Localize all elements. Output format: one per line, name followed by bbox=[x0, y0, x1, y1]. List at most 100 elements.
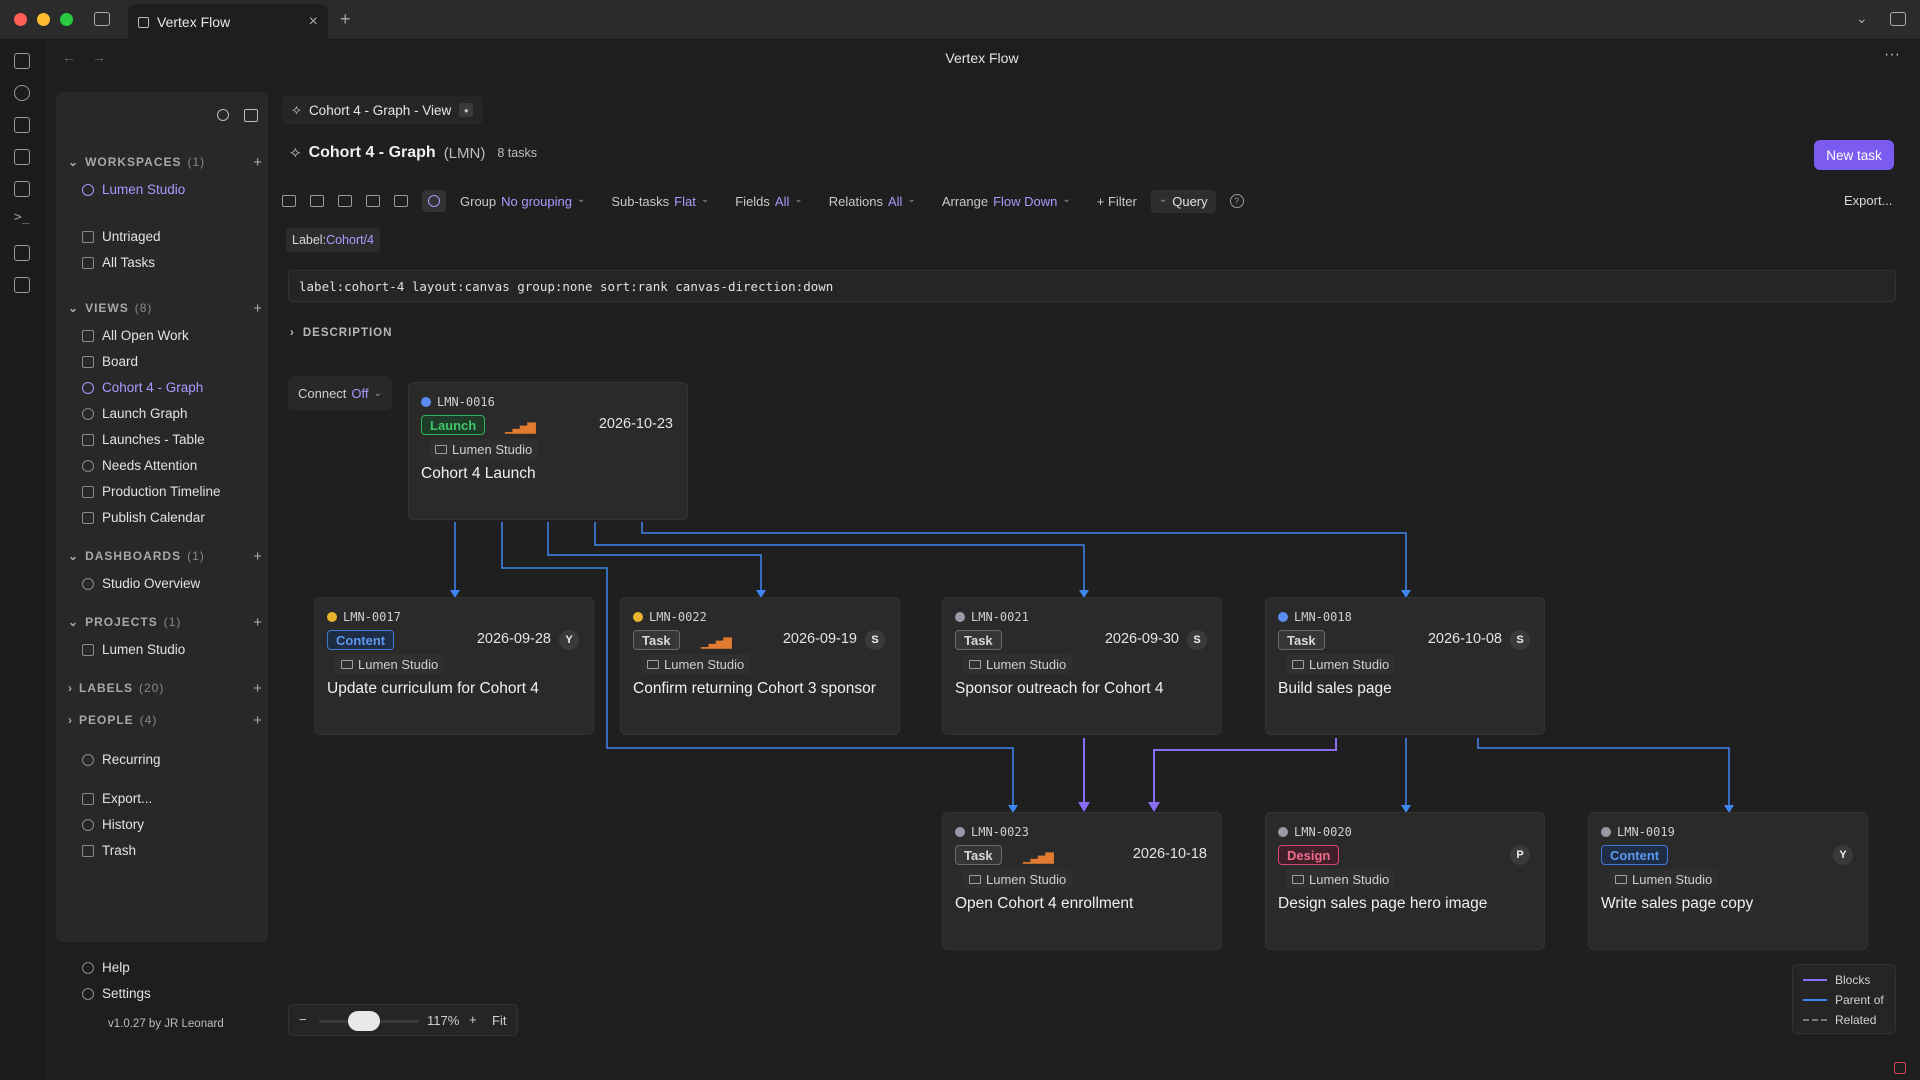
chevron-down-icon: ⌄ bbox=[373, 387, 382, 399]
task-title: Sponsor outreach for Cohort 4 bbox=[955, 680, 1164, 697]
fit-button[interactable]: Fit bbox=[492, 1013, 506, 1028]
task-id: LMN-0018 bbox=[1294, 610, 1352, 624]
project-name: Lumen Studio bbox=[664, 656, 745, 672]
project-chip[interactable]: Lumen Studio bbox=[1286, 869, 1396, 889]
legend-related: Related bbox=[1803, 1013, 1876, 1027]
task-type-tag[interactable]: Design bbox=[1278, 845, 1340, 865]
task-type-tag[interactable]: Task bbox=[955, 845, 1002, 865]
priority-bars-icon: ▁▃▅▇ bbox=[1023, 852, 1054, 864]
zoom-out-button[interactable]: − bbox=[299, 1012, 307, 1027]
error-indicator-icon[interactable] bbox=[1894, 1062, 1906, 1074]
project-chip[interactable]: Lumen Studio bbox=[963, 654, 1073, 674]
legend-line bbox=[1803, 979, 1827, 981]
priority-bars-icon: ▁▃▅▇ bbox=[701, 637, 732, 649]
due-date: 2026-10-08 bbox=[1427, 631, 1502, 647]
status-dot-icon bbox=[421, 397, 431, 407]
edge-blocks-0018-0023 bbox=[1153, 738, 1337, 808]
task-title: Build sales page bbox=[1278, 680, 1392, 697]
status-dot-icon bbox=[955, 612, 965, 622]
project-chip[interactable]: Lumen Studio bbox=[1609, 869, 1719, 889]
task-type-tag[interactable]: Task bbox=[955, 630, 1002, 650]
project-name: Lumen Studio bbox=[986, 871, 1067, 887]
task-card[interactable]: LMN-0018 Task 2026-10-08 S Lumen Studio Build… bbox=[1265, 597, 1545, 735]
task-id: LMN-0019 bbox=[1617, 825, 1675, 839]
task-type-tag[interactable]: Launch bbox=[421, 415, 486, 435]
edge-parent-0016-0018 bbox=[641, 522, 1407, 596]
project-chip[interactable]: Lumen Studio bbox=[1286, 654, 1396, 674]
zoom-slider-thumb[interactable] bbox=[348, 1011, 380, 1031]
task-id-row: LMN-0020 bbox=[1278, 825, 1352, 839]
assignee-avatar[interactable]: Y bbox=[559, 630, 579, 650]
task-id-row: LMN-0023 bbox=[955, 825, 1029, 839]
task-id-row: LMN-0016 bbox=[421, 395, 495, 409]
task-type-tag[interactable]: Content bbox=[327, 630, 395, 650]
status-dot-icon bbox=[955, 827, 965, 837]
status-dot-icon bbox=[327, 612, 337, 622]
task-id-row: LMN-0021 bbox=[955, 610, 1029, 624]
assignee-avatar[interactable]: Y bbox=[1833, 845, 1853, 865]
assignee-avatar[interactable]: S bbox=[1510, 630, 1530, 650]
task-card[interactable]: LMN-0016 Launch ▁▃▅▇ 2026-10-23 Lumen Studio… bbox=[408, 382, 688, 520]
task-id-row: LMN-0022 bbox=[633, 610, 707, 624]
task-id-row: LMN-0019 bbox=[1601, 825, 1675, 839]
assignee-avatar[interactable]: S bbox=[1187, 630, 1207, 650]
project-name: Lumen Studio bbox=[1632, 871, 1713, 887]
task-title: Cohort 4 Launch bbox=[421, 465, 536, 482]
task-id: LMN-0022 bbox=[649, 610, 707, 624]
project-name: Lumen Studio bbox=[986, 656, 1067, 672]
task-id: LMN-0021 bbox=[971, 610, 1029, 624]
due-date: 2026-10-18 bbox=[1132, 846, 1207, 862]
project-name: Lumen Studio bbox=[452, 441, 533, 457]
folder-icon bbox=[435, 444, 447, 454]
project-name: Lumen Studio bbox=[358, 656, 439, 672]
arrow-blocks-0023a bbox=[1078, 802, 1090, 812]
project-chip[interactable]: Lumen Studio bbox=[641, 654, 751, 674]
project-name: Lumen Studio bbox=[1309, 656, 1390, 672]
task-card[interactable]: LMN-0023 Task ▁▃▅▇ 2026-10-18 Lumen Studio Op… bbox=[942, 812, 1222, 950]
task-type-tag[interactable]: Task bbox=[1278, 630, 1325, 650]
assignee-avatar[interactable]: S bbox=[865, 630, 885, 650]
connect-label: Connect bbox=[298, 385, 347, 401]
task-title: Confirm returning Cohort 3 sponsor bbox=[633, 680, 876, 697]
zoom-in-button[interactable]: + bbox=[469, 1012, 477, 1027]
legend-line bbox=[1803, 1019, 1827, 1021]
connect-dropdown[interactable]: Connect Off ⌄ bbox=[288, 376, 392, 410]
folder-icon bbox=[1292, 874, 1304, 884]
project-chip[interactable]: Lumen Studio bbox=[335, 654, 445, 674]
status-dot-icon bbox=[1601, 827, 1611, 837]
task-card[interactable]: LMN-0022 Task ▁▃▅▇ 2026-09-19 S Lumen Studio C… bbox=[620, 597, 900, 735]
task-title: Write sales page copy bbox=[1601, 895, 1754, 912]
task-id: LMN-0020 bbox=[1294, 825, 1352, 839]
task-title: Update curriculum for Cohort 4 bbox=[327, 680, 539, 697]
priority-bars-icon: ▁▃▅▇ bbox=[505, 422, 536, 434]
legend-blocks: Blocks bbox=[1803, 973, 1870, 987]
folder-icon bbox=[341, 659, 353, 669]
due-date: 2026-09-30 bbox=[1104, 631, 1179, 647]
task-id-row: LMN-0018 bbox=[1278, 610, 1352, 624]
project-chip[interactable]: Lumen Studio bbox=[963, 869, 1073, 889]
status-dot-icon bbox=[1278, 612, 1288, 622]
due-date: 2026-09-19 bbox=[782, 631, 857, 647]
task-title: Design sales page hero image bbox=[1278, 895, 1488, 912]
zoom-level: 117% bbox=[427, 1013, 460, 1028]
task-id: LMN-0016 bbox=[437, 395, 495, 409]
task-card[interactable]: LMN-0017 Content 2026-09-28 Y Lumen Studio Up… bbox=[314, 597, 594, 735]
folder-icon bbox=[969, 659, 981, 669]
arrow-blocks-0023b bbox=[1148, 802, 1160, 812]
legend-parent-of: Parent of bbox=[1803, 993, 1884, 1007]
status-dot-icon bbox=[633, 612, 643, 622]
task-type-tag[interactable]: Task bbox=[633, 630, 680, 650]
task-type-tag[interactable]: Content bbox=[1601, 845, 1669, 865]
project-chip[interactable]: Lumen Studio bbox=[429, 439, 539, 459]
task-card[interactable]: LMN-0020 Design P Lumen Studio Design sales … bbox=[1265, 812, 1545, 950]
legend-line bbox=[1803, 999, 1827, 1001]
legend-label: Blocks bbox=[1835, 973, 1871, 987]
task-card[interactable]: LMN-0019 Content Y Lumen Studio Write sales … bbox=[1588, 812, 1868, 950]
folder-icon bbox=[969, 874, 981, 884]
task-title: Open Cohort 4 enrollment bbox=[955, 895, 1134, 912]
task-card[interactable]: LMN-0021 Task 2026-09-30 S Lumen Studio Spons… bbox=[942, 597, 1222, 735]
edge-parent-0018-0019 bbox=[1477, 738, 1730, 811]
due-date: 2026-09-28 bbox=[476, 631, 551, 647]
assignee-avatar[interactable]: P bbox=[1510, 845, 1530, 865]
status-dot-icon bbox=[1278, 827, 1288, 837]
